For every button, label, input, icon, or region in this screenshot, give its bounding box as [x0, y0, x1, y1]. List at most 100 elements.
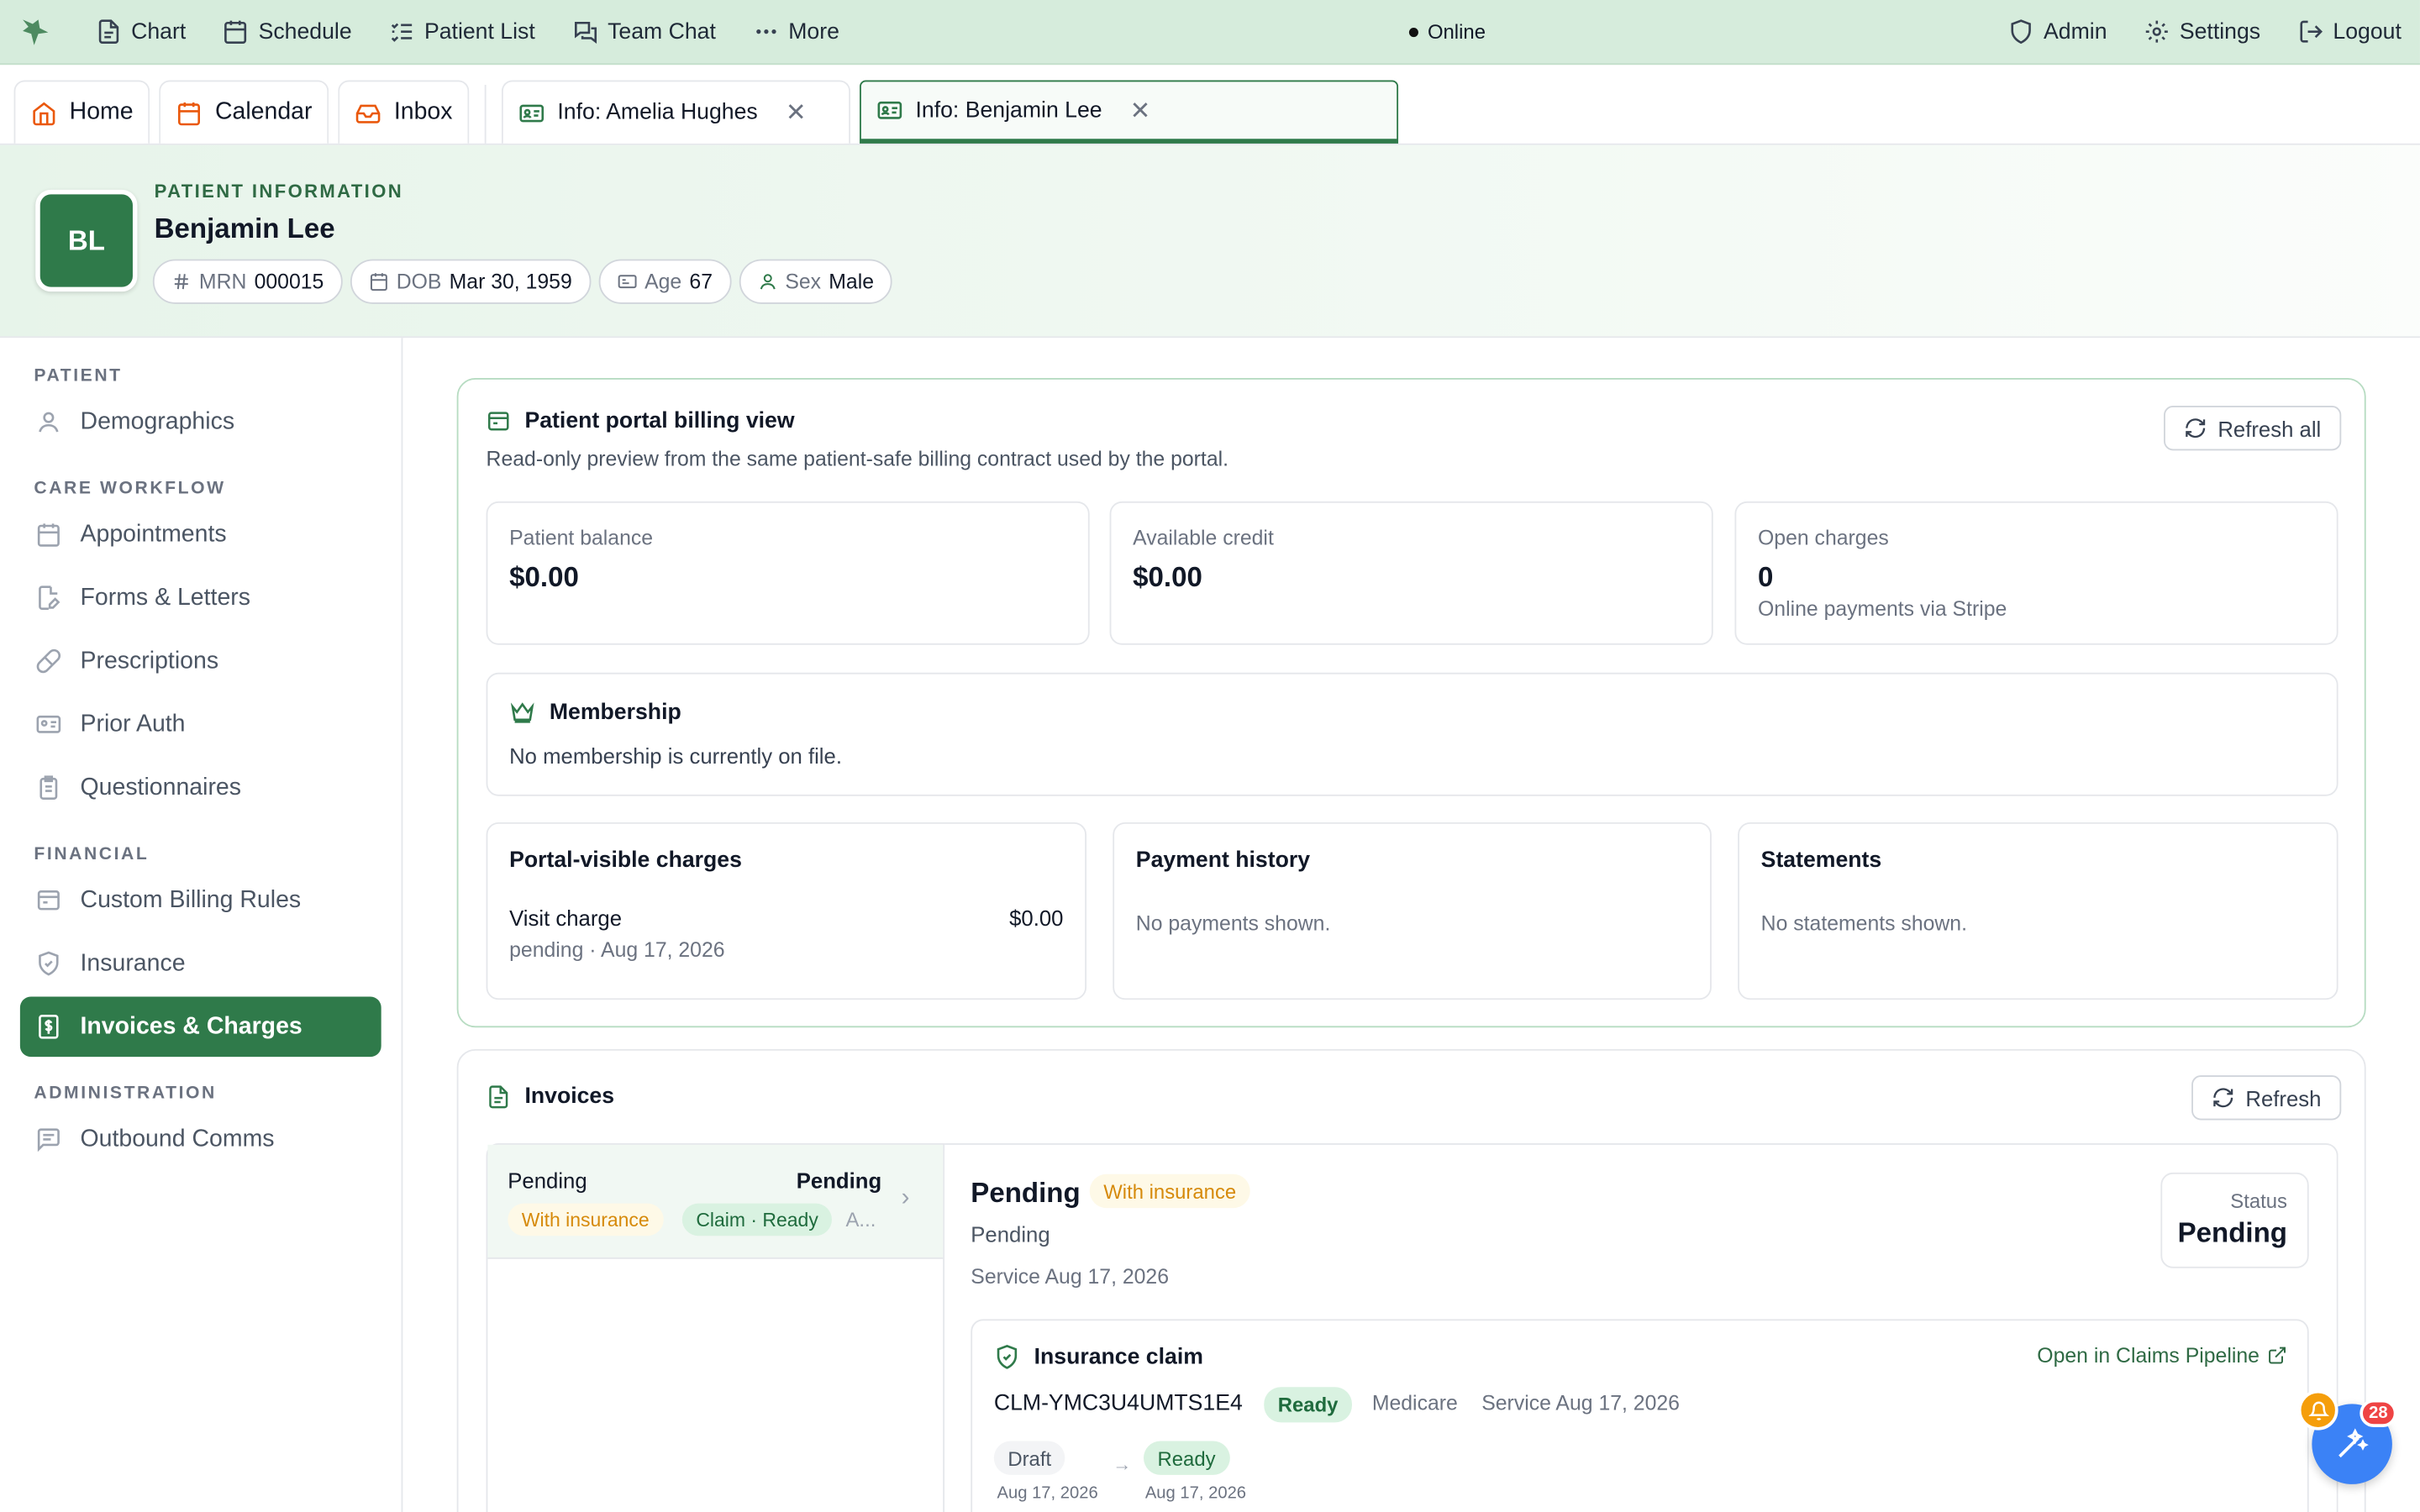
calendar-icon — [178, 102, 201, 125]
sidebar-item-label: Questionnaires — [80, 774, 242, 801]
id-card-icon — [618, 275, 636, 289]
payment-history-title: Payment history — [1135, 848, 1311, 874]
nav-schedule[interactable]: Schedule — [223, 18, 352, 45]
edit-file-icon — [39, 585, 60, 611]
portal-title-text: Patient portal billing view — [524, 408, 795, 434]
id-card-icon — [877, 101, 902, 119]
avatar: BL — [35, 189, 138, 292]
sidebar-item-insurance[interactable]: Insurance — [20, 933, 381, 994]
crown-icon — [510, 702, 534, 723]
close-icon[interactable]: ✕ — [1130, 95, 1151, 126]
age-chip: Age 67 — [597, 259, 732, 304]
patient-section-label: PATIENT INFORMATION — [154, 180, 404, 202]
chevron-right-icon: › — [901, 1184, 910, 1211]
sidebar-item-demographics[interactable]: Demographics — [20, 392, 381, 453]
dob-chip: DOB Mar 30, 1959 — [350, 259, 591, 304]
nav-team-chat[interactable]: Team Chat — [572, 18, 716, 45]
nav-more-label: More — [788, 18, 839, 45]
payments-empty: No payments shown. — [1135, 911, 1331, 936]
notification-count-badge: 28 — [2360, 1399, 2397, 1427]
shield-check-icon — [997, 1344, 1018, 1369]
status-box: Status Pending — [2160, 1172, 2309, 1268]
nav-patient-list[interactable]: Patient List — [389, 18, 535, 45]
tab-info-amelia-hughes[interactable]: Info: Amelia Hughes ✕ — [502, 80, 851, 144]
sidebar-item-label: Invoices & Charges — [80, 1012, 302, 1040]
claim-status-pill: Ready — [1264, 1387, 1353, 1423]
nav-admin[interactable]: Admin — [2008, 18, 2107, 45]
nav-chart[interactable]: Chart — [96, 18, 186, 45]
list-icon — [391, 23, 413, 42]
payment-history-card: Payment history No payments shown. — [1113, 822, 1712, 1000]
step-draft-date: Aug 17, 2026 — [997, 1483, 1098, 1503]
nav-logout[interactable]: Logout — [2297, 18, 2402, 45]
open-claims-pipeline-link[interactable]: Open in Claims Pipeline — [2037, 1344, 2287, 1367]
tab-info-benjamin-label: Info: Benjamin Lee — [915, 97, 1102, 123]
membership-title-text: Membership — [549, 699, 681, 725]
claim-service: Service Aug 17, 2026 — [1481, 1391, 1680, 1415]
credit-value: $0.00 — [1133, 561, 1202, 593]
sidebar-item-questionnaires[interactable]: Questionnaires — [20, 758, 381, 818]
close-icon[interactable]: ✕ — [786, 97, 807, 129]
main-content: Patient portal billing view Read-only pr… — [404, 338, 2420, 1512]
tab-calendar[interactable]: Calendar — [159, 80, 329, 144]
logo-icon[interactable] — [18, 13, 55, 50]
sidebar-item-billing-rules[interactable]: Custom Billing Rules — [20, 870, 381, 931]
sidebar-item-invoices[interactable]: Invoices & Charges — [19, 996, 381, 1058]
nav-admin-label: Admin — [2044, 18, 2107, 45]
claim-ready-pill: Claim · Ready — [681, 1203, 833, 1236]
inbox-icon — [356, 103, 381, 123]
tab-home[interactable]: Home — [13, 80, 150, 144]
age-label: Age — [644, 270, 682, 293]
nav-more[interactable]: More — [753, 18, 839, 45]
id-card-icon — [36, 715, 61, 733]
tab-inbox-label: Inbox — [393, 98, 453, 125]
dob-label: DOB — [396, 270, 442, 293]
sidebar-item-outbound-comms[interactable]: Outbound Comms — [20, 1110, 381, 1170]
logout-icon — [2299, 20, 2323, 43]
file-icon — [98, 19, 119, 44]
sidebar-item-prescriptions[interactable]: Prescriptions — [20, 631, 381, 691]
nav-right: Admin Settings Logout — [1971, 18, 2402, 45]
sidebar-item-label: Custom Billing Rules — [80, 886, 302, 913]
membership-title: Membership — [509, 699, 681, 725]
status-text: Online — [1427, 19, 1486, 44]
invoice-row-more: A... — [845, 1208, 876, 1231]
user-icon — [39, 412, 59, 433]
tab-info-benjamin-lee[interactable]: Info: Benjamin Lee ✕ — [860, 80, 1399, 144]
insurance-claim-title: Insurance claim — [994, 1344, 1203, 1370]
sidebar-item-forms[interactable]: Forms & Letters — [20, 568, 381, 628]
claim-id: CLM-YMC3U4UMTS1E4 — [993, 1391, 1243, 1417]
patient-balance-card: Patient balance $0.00 — [486, 501, 1090, 645]
invoice-detail-status-text: Pending — [971, 1221, 1050, 1247]
sidebar-item-label: Appointments — [80, 520, 227, 548]
with-insurance-pill: With insurance — [508, 1203, 664, 1236]
sidebar-section-patient: PATIENT — [34, 367, 123, 386]
message-icon — [37, 1128, 60, 1152]
refresh-all-label: Refresh all — [2217, 415, 2322, 441]
mrn-chip: MRN 000015 — [152, 259, 343, 304]
patient-header: BL PATIENT INFORMATION Benjamin Lee MRN … — [0, 144, 2420, 339]
calendar-icon — [37, 523, 60, 547]
invoice-row-title: Pending — [508, 1168, 587, 1193]
refresh-button[interactable]: Refresh — [2191, 1075, 2342, 1121]
sidebar-item-appointments[interactable]: Appointments — [20, 505, 381, 565]
refresh-all-button[interactable]: Refresh all — [2164, 406, 2342, 451]
tab-inbox[interactable]: Inbox — [338, 80, 470, 144]
open-charges-card: Open charges 0 Online payments via Strip… — [1734, 501, 2338, 645]
nav-settings[interactable]: Settings — [2144, 18, 2260, 45]
sidebar-item-label: Prescriptions — [80, 647, 219, 674]
invoices-title-text: Invoices — [524, 1084, 615, 1110]
sex-value: Male — [829, 270, 875, 293]
bell-icon[interactable] — [2297, 1389, 2338, 1431]
invoices-card: Invoices Refresh Pending Pending With in… — [456, 1048, 2366, 1512]
refresh-icon — [2213, 1088, 2233, 1108]
invoice-detail-service: Service Aug 17, 2026 — [971, 1265, 1170, 1289]
billing-icon — [488, 412, 509, 431]
statements-title: Statements — [1760, 848, 1882, 874]
sidebar-item-prior-auth[interactable]: Prior Auth — [20, 695, 381, 755]
tab-home-label: Home — [69, 98, 134, 125]
invoice-list-item[interactable]: Pending Pending With insurance Claim · R… — [487, 1144, 944, 1259]
membership-card: Membership No membership is currently on… — [486, 672, 2338, 796]
billing-icon — [37, 890, 60, 911]
patient-chips: MRN 000015 DOB Mar 30, 1959 Age 67 Sex M… — [152, 259, 893, 304]
